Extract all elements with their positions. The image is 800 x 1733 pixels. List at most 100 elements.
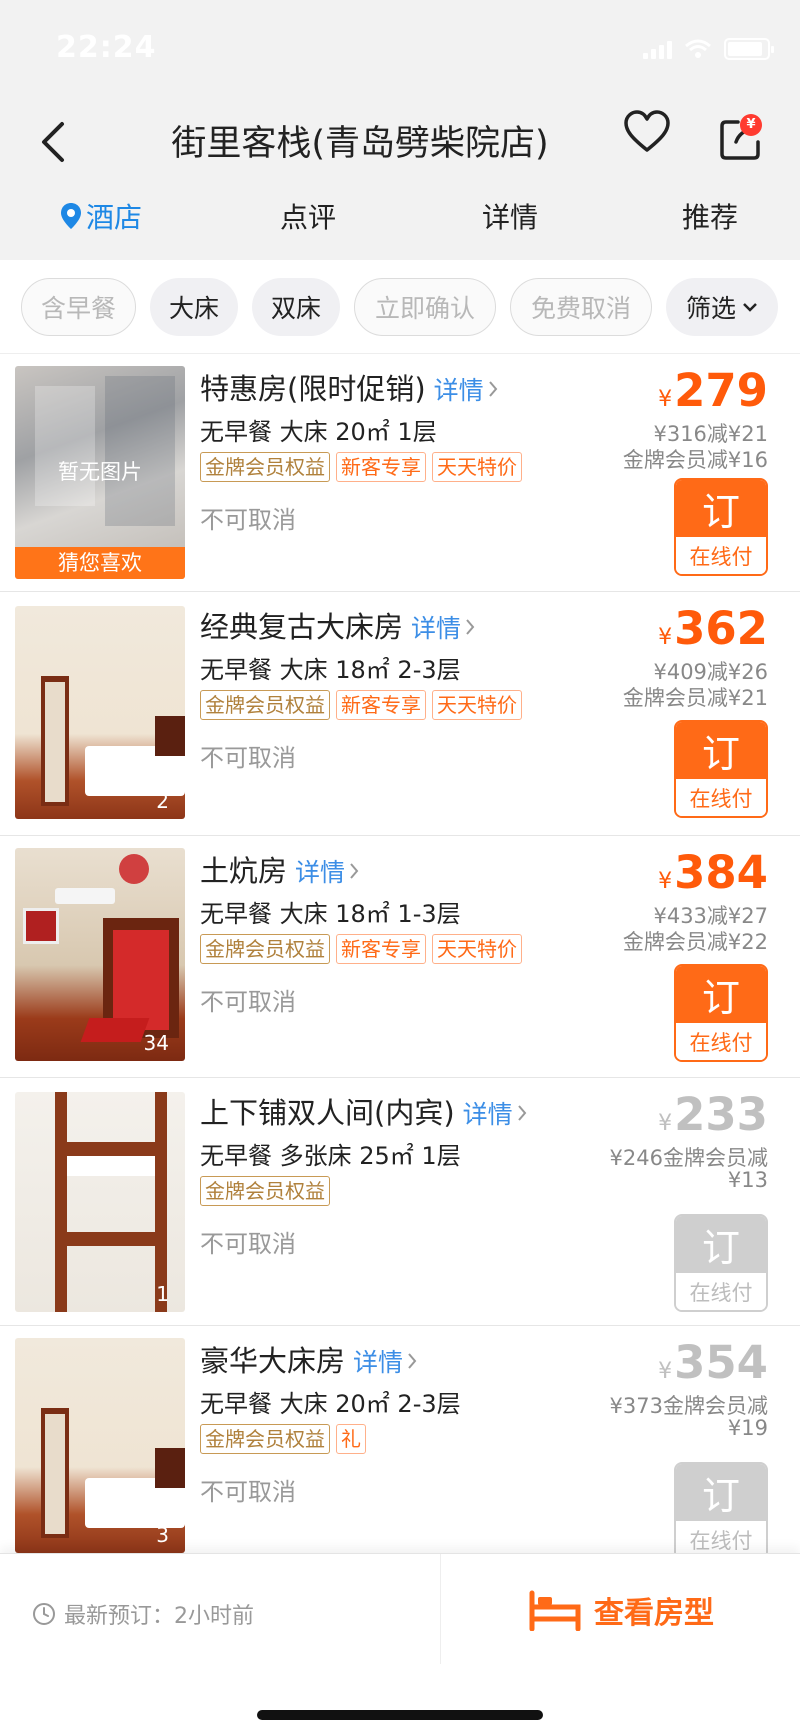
page-title: 街里客栈(青岛劈柴院店) [171, 124, 549, 164]
room-detail-link[interactable]: 详情 [434, 371, 498, 407]
filter-king-bed[interactable]: 大床 [150, 278, 238, 336]
tab-hotel[interactable]: 酒店 [60, 196, 142, 236]
chevron-right-icon [517, 1105, 526, 1121]
currency-symbol: ¥ [658, 625, 673, 650]
room-card[interactable]: 3 豪华大床房 详情 无早餐 大床 20㎡ 2-3层 金牌会员权益 礼 不可取消… [0, 1326, 800, 1560]
chevron-right-icon [408, 1353, 417, 1369]
pay-online-label: 在线付 [676, 1273, 766, 1310]
tag-gold-member: 金牌会员权益 [200, 1424, 330, 1454]
photo-count: 1 [156, 1282, 169, 1306]
filter-bar: 含早餐 大床 双床 立即确认 免费取消 筛选 [0, 260, 800, 354]
filter-label: 筛选 [685, 294, 736, 323]
wifi-icon [685, 39, 711, 58]
detail-label: 详情 [433, 376, 484, 405]
signal-icon [643, 39, 672, 59]
back-icon[interactable] [28, 112, 78, 172]
detail-label: 详情 [462, 1100, 513, 1129]
tag-new-customer: 新客专享 [336, 452, 426, 482]
cancel-policy: 不可取消 [200, 1230, 296, 1258]
room-detail-link[interactable]: 详情 [463, 1095, 527, 1131]
tag-new-customer: 新客专享 [336, 934, 426, 964]
detail-label: 详情 [295, 858, 346, 887]
room-photo[interactable]: 1 [15, 1092, 185, 1312]
tag-gold-member: 金牌会员权益 [200, 452, 330, 482]
price-value: 279 [674, 364, 768, 417]
room-name: 豪华大床房 详情 [200, 1338, 417, 1380]
room-card[interactable]: 2 经典复古大床房 详情 无早餐 大床 18㎡ 2-3层 金牌会员权益 新客专享… [0, 592, 800, 836]
member-discount: ¥19 [727, 1416, 768, 1440]
filter-instant-confirm[interactable]: 立即确认 [354, 278, 496, 336]
photo-count: 2 [156, 789, 169, 813]
recent-booking: 最新预订：2小时前 [32, 1598, 254, 1630]
room-tags: 金牌会员权益 [200, 1176, 330, 1206]
tag-gold-member: 金牌会员权益 [200, 690, 330, 720]
room-specs: 无早餐 大床 20㎡ 1层 [200, 418, 437, 446]
book-button[interactable]: 订 在线付 [674, 720, 768, 818]
book-label: 订 [676, 966, 766, 1023]
room-photo[interactable]: 2 [15, 606, 185, 819]
tab-recommend[interactable]: 推荐 [682, 196, 738, 236]
book-button[interactable]: 订 在线付 [674, 1462, 768, 1560]
room-price: ¥362 [658, 602, 768, 655]
filter-free-cancel[interactable]: 免费取消 [510, 278, 652, 336]
room-card[interactable]: 1 上下铺双人间(内宾) 详情 无早餐 多张床 25㎡ 1层 金牌会员权益 不可… [0, 1078, 800, 1326]
tab-reviews[interactable]: 点评 [280, 196, 336, 236]
pay-online-label: 在线付 [676, 1023, 766, 1060]
detail-label: 详情 [353, 1348, 404, 1377]
bed-icon [529, 1590, 581, 1631]
share-badge: ¥ [740, 114, 762, 136]
no-image-text: 暂无图片 [58, 460, 142, 484]
room-price: ¥233 [658, 1088, 768, 1141]
chevron-down-icon [743, 303, 757, 312]
book-button[interactable]: 订 在线付 [674, 478, 768, 576]
room-photo[interactable]: 暂无图片 猜您喜欢 [15, 366, 185, 579]
tag-gold-member: 金牌会员权益 [200, 934, 330, 964]
price-value: 384 [674, 846, 768, 899]
room-detail-link[interactable]: 详情 [295, 853, 359, 889]
room-detail-link[interactable]: 详情 [411, 609, 475, 645]
cancel-policy: 不可取消 [200, 744, 296, 772]
filter-more-button[interactable]: 筛选 [666, 278, 778, 336]
cancel-policy: 不可取消 [200, 506, 296, 534]
member-discount: 金牌会员减¥21 [622, 686, 768, 710]
photo-count: 3 [156, 1523, 169, 1547]
member-discount: ¥13 [727, 1168, 768, 1192]
filter-twin-bed[interactable]: 双床 [252, 278, 340, 336]
cancel-policy: 不可取消 [200, 1478, 296, 1506]
book-button[interactable]: 订 在线付 [674, 1214, 768, 1312]
room-card[interactable]: 暂无图片 猜您喜欢 特惠房(限时促销) 详情 无早餐 大床 20㎡ 1层 金牌会… [0, 354, 800, 592]
room-photo[interactable]: 3 [15, 1338, 185, 1553]
clock-icon [33, 1603, 55, 1625]
tab-reviews-label: 点评 [280, 201, 337, 234]
room-card[interactable]: 34 土炕房 详情 无早餐 大床 18㎡ 1-3层 金牌会员权益 新客专享 天天… [0, 836, 800, 1078]
room-detail-link[interactable]: 详情 [353, 1343, 417, 1379]
view-room-types-button[interactable]: 查看房型 [528, 1580, 714, 1640]
tag-daily-deal: 天天特价 [432, 690, 522, 720]
room-price: ¥279 [658, 364, 768, 417]
room-name-text: 上下铺双人间(内宾) [200, 1096, 455, 1130]
room-photo[interactable]: 34 [15, 848, 185, 1061]
room-name-text: 土炕房 [200, 854, 288, 888]
room-name-text: 豪华大床房 [200, 1344, 346, 1378]
filter-label: 双床 [270, 294, 321, 323]
tab-details[interactable]: 详情 [482, 196, 538, 236]
favorite-heart-icon[interactable] [622, 108, 672, 158]
book-label: 订 [676, 1464, 766, 1521]
filter-breakfast[interactable]: 含早餐 [21, 278, 136, 336]
room-name-text: 特惠房(限时促销) [200, 372, 426, 406]
room-name: 上下铺双人间(内宾) 详情 [200, 1090, 527, 1132]
currency-symbol: ¥ [658, 869, 673, 894]
home-indicator [257, 1710, 543, 1720]
chevron-right-icon [350, 863, 359, 879]
room-tags: 金牌会员权益 新客专享 天天特价 [200, 452, 522, 482]
book-button[interactable]: 订 在线付 [674, 964, 768, 1062]
room-specs: 无早餐 大床 18㎡ 1-3层 [200, 900, 461, 928]
top-header: 22:24 街里客栈(青岛劈柴院店) ¥ 酒店 点评 详情 推荐 [0, 0, 800, 260]
tag-gold-member: 金牌会员权益 [200, 1176, 330, 1206]
room-name: 土炕房 详情 [200, 848, 359, 890]
divider [440, 1554, 441, 1664]
currency-symbol: ¥ [658, 387, 673, 412]
pay-online-label: 在线付 [676, 537, 766, 574]
currency-symbol: ¥ [658, 1359, 673, 1384]
bottom-bar: 最新预订：2小时前 查看房型 [0, 1553, 800, 1733]
